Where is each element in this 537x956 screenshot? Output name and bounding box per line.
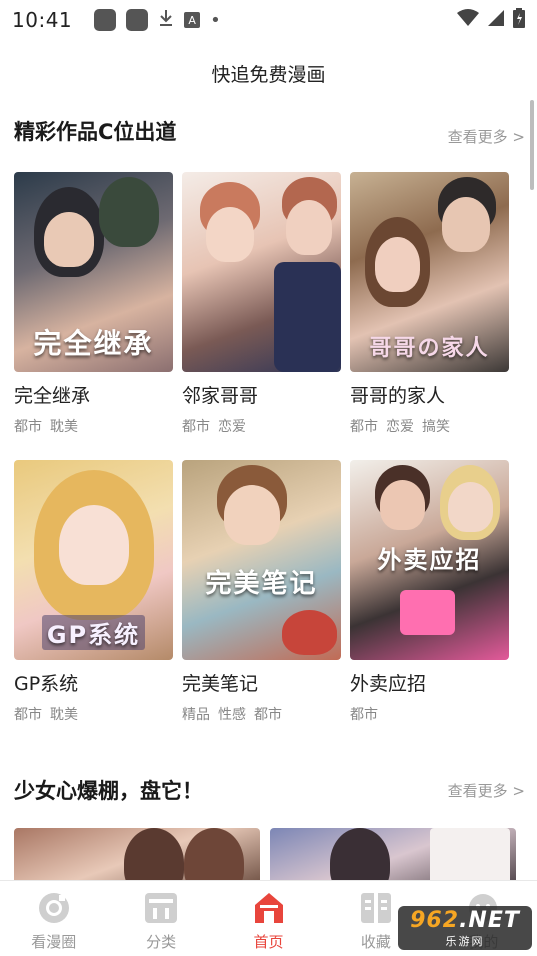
- tag: 都市: [14, 707, 42, 723]
- tab-home[interactable]: 首页: [215, 881, 322, 956]
- comic-cover[interactable]: [14, 828, 260, 888]
- tab-label: 收藏: [360, 933, 391, 951]
- app-icon: [94, 9, 117, 31]
- tag: 都市: [14, 419, 42, 435]
- battery-icon: [513, 8, 525, 32]
- comic-cover[interactable]: GP系统: [14, 460, 173, 660]
- see-more-link[interactable]: 查看更多 >: [448, 126, 525, 147]
- comic-title[interactable]: 哥哥的家人: [350, 384, 509, 408]
- comic-card[interactable]: 完美笔记 完美笔记 精品 性感 都市: [182, 460, 341, 723]
- comic-cover[interactable]: 外卖应招: [350, 460, 509, 660]
- tab-label: 分类: [146, 933, 177, 951]
- tag: 都市: [254, 707, 282, 723]
- comic-card[interactable]: 哥哥の家人 哥哥的家人 都市 恋爱 搞笑: [350, 172, 509, 435]
- signal-icon: [487, 9, 505, 31]
- tag: 都市: [350, 419, 378, 435]
- comic-title[interactable]: GP系统: [14, 672, 173, 696]
- comic-title[interactable]: 外卖应招: [350, 672, 509, 696]
- cover-logo: 哥哥の家人: [369, 336, 490, 361]
- book-icon: [359, 891, 393, 925]
- comic-row-partial: [14, 828, 516, 888]
- tag: 搞笑: [422, 419, 450, 435]
- watermark-brand-suffix: .NET: [459, 907, 520, 933]
- cover-logo: 完全继承: [33, 327, 154, 360]
- cover-logo: GP系统: [42, 615, 145, 650]
- comic-card[interactable]: 邻家哥哥 都市 恋爱: [182, 172, 341, 435]
- tag: 恋爱: [218, 419, 246, 435]
- watermark-brand: 962.NET: [410, 908, 520, 933]
- comic-card[interactable]: GP系统 GP系统 都市 耽美: [14, 460, 173, 723]
- comic-cover[interactable]: 完全继承: [14, 172, 173, 372]
- comic-tags: 都市 恋爱: [182, 416, 341, 435]
- tag: 精品: [182, 707, 210, 723]
- tab-label: 首页: [253, 933, 284, 951]
- watermark-sub: 乐游网: [445, 934, 485, 948]
- comic-tags: 都市 恋爱 搞笑: [350, 416, 509, 435]
- scrollbar[interactable]: [530, 100, 534, 190]
- tag: 恋爱: [386, 419, 414, 435]
- app-title: 快追免费漫画: [211, 64, 326, 86]
- circle-icon: [37, 891, 71, 925]
- status-bar: 10:41 A •: [0, 0, 537, 40]
- comic-title[interactable]: 完全继承: [14, 384, 173, 408]
- status-time: 10:41: [12, 8, 73, 32]
- comic-card[interactable]: 外卖应招 外卖应招 都市: [350, 460, 509, 723]
- section-title: 少女心爆棚，盘它！: [14, 779, 203, 803]
- dot-icon: •: [210, 9, 221, 31]
- section-header-romance: 少女心爆棚，盘它！ 查看更多 >: [14, 774, 525, 806]
- home-icon: [252, 891, 286, 925]
- tab-category[interactable]: 分类: [107, 881, 214, 956]
- cover-logo: 完美笔记: [205, 569, 318, 599]
- a-icon: A: [184, 12, 201, 28]
- comic-card[interactable]: 完全继承 完全继承 都市 耽美: [14, 172, 173, 435]
- see-more-link[interactable]: 查看更多 >: [448, 780, 525, 801]
- section-title: 精彩作品C位出道: [14, 120, 177, 144]
- comic-tags: 都市: [350, 704, 509, 723]
- tag: 性感: [218, 707, 246, 723]
- wifi-icon: [457, 9, 479, 31]
- comic-cover[interactable]: 哥哥の家人: [350, 172, 509, 372]
- tag: 都市: [182, 419, 210, 435]
- comic-tags: 都市 耽美: [14, 416, 173, 435]
- comic-title[interactable]: 邻家哥哥: [182, 384, 341, 408]
- site-watermark: 962.NET 乐游网: [398, 906, 532, 950]
- comic-tags: 都市 耽美: [14, 704, 173, 723]
- category-icon: [144, 891, 178, 925]
- comic-cover[interactable]: 完美笔记: [182, 460, 341, 660]
- comic-title[interactable]: 完美笔记: [182, 672, 341, 696]
- status-system-icons: [457, 8, 525, 32]
- section-header-featured: 精彩作品C位出道 查看更多 >: [14, 120, 525, 152]
- tag: 耽美: [50, 419, 78, 435]
- comic-cover[interactable]: [270, 828, 516, 888]
- comic-grid: 完全继承 完全继承 都市 耽美 邻家哥哥 都市 恋爱 哥哥の家人 哥哥的家人 都…: [14, 172, 510, 435]
- tag: 耽美: [50, 707, 78, 723]
- status-notification-icons: A •: [94, 9, 221, 31]
- watermark-brand-number: 962: [410, 907, 460, 933]
- comic-tags: 精品 性感 都市: [182, 704, 341, 723]
- tab-community[interactable]: 看漫圈: [0, 881, 107, 956]
- comic-cover[interactable]: [182, 172, 341, 372]
- cover-logo: 外卖应招: [377, 546, 482, 574]
- comic-grid: GP系统 GP系统 都市 耽美 完美笔记 完美笔记 精品 性感 都市 外卖应招: [14, 460, 510, 723]
- app-icon: [126, 9, 149, 31]
- download-icon: [158, 9, 174, 31]
- tab-label: 看漫圈: [31, 933, 77, 951]
- tag: 都市: [350, 707, 378, 723]
